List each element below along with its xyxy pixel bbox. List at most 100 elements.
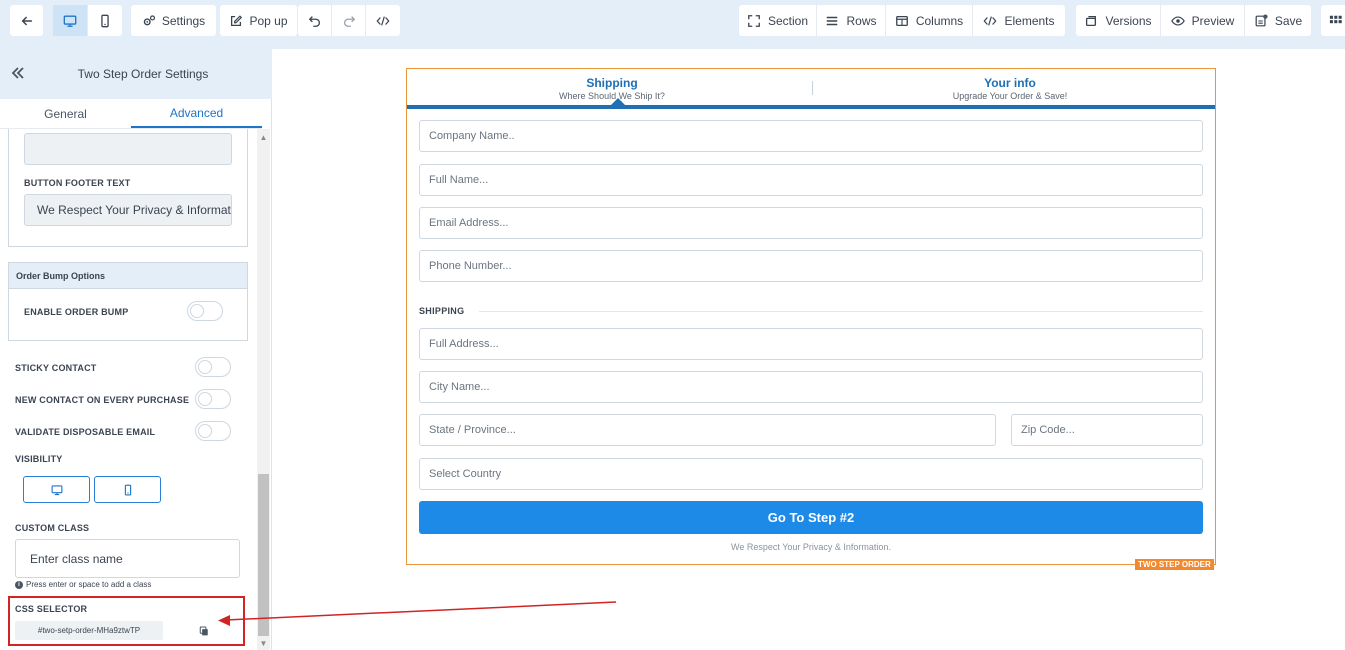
step-progress-bar bbox=[407, 105, 1215, 109]
apps-menu-button[interactable] bbox=[1321, 5, 1345, 36]
visibility-desktop-button[interactable] bbox=[23, 476, 90, 503]
step-your-info[interactable]: Your info Upgrade Your Order & Save! bbox=[910, 76, 1110, 101]
step-your-info-subtitle: Upgrade Your Order & Save! bbox=[952, 91, 1068, 101]
code-icon bbox=[983, 15, 997, 26]
button-footer-text-label: BUTTON FOOTER TEXT bbox=[24, 178, 131, 188]
sticky-contact-label: STICKY CONTACT bbox=[15, 363, 97, 373]
country-select[interactable] bbox=[419, 458, 1203, 490]
step-divider bbox=[812, 81, 813, 95]
code-button[interactable] bbox=[366, 5, 400, 36]
active-step-caret bbox=[611, 98, 625, 105]
tab-advanced[interactable]: Advanced bbox=[131, 99, 262, 128]
mobile-view-button[interactable] bbox=[88, 5, 122, 36]
columns-label: Columns bbox=[915, 13, 964, 28]
new-contact-label: NEW CONTACT ON EVERY PURCHASE bbox=[15, 395, 190, 405]
save-label: Save bbox=[1274, 13, 1303, 28]
custom-class-hint-text: Press enter or space to add a class bbox=[26, 580, 152, 589]
new-contact-toggle[interactable] bbox=[195, 389, 231, 409]
enable-order-bump-label: ENABLE ORDER BUMP bbox=[24, 307, 129, 317]
desktop-icon bbox=[63, 15, 77, 27]
tab-general[interactable]: General bbox=[0, 99, 131, 128]
order-bump-options-header: Order Bump Options bbox=[9, 263, 247, 289]
scroll-up-arrow-icon[interactable]: ▲ bbox=[257, 131, 270, 144]
settings-label: Settings bbox=[161, 13, 206, 28]
elements-button[interactable]: Elements bbox=[973, 5, 1065, 36]
scroll-down-arrow-icon[interactable]: ▼ bbox=[257, 637, 270, 650]
popup-button[interactable]: Pop up bbox=[220, 5, 297, 36]
element-type-badge: TWO STEP ORDER bbox=[1135, 559, 1214, 570]
css-selector-value[interactable]: #two-setp-order-MHa9ztwTP bbox=[15, 621, 163, 640]
redo-button[interactable] bbox=[332, 5, 366, 36]
email-input[interactable] bbox=[419, 207, 1203, 239]
full-address-input[interactable] bbox=[419, 328, 1203, 360]
undo-icon bbox=[308, 15, 320, 27]
visibility-label: VISIBILITY bbox=[15, 454, 63, 464]
visibility-mobile-button[interactable] bbox=[94, 476, 161, 503]
copy-icon[interactable] bbox=[199, 626, 209, 636]
custom-class-label: CUSTOM CLASS bbox=[15, 523, 90, 533]
save-button[interactable]: Save bbox=[1245, 5, 1311, 36]
annotation-arrow bbox=[218, 601, 617, 626]
sticky-contact-toggle[interactable] bbox=[195, 357, 231, 377]
preview-button[interactable]: Preview bbox=[1161, 5, 1245, 36]
publish-group: Versions Preview Save bbox=[1076, 5, 1311, 36]
popup-label: Pop up bbox=[249, 13, 288, 28]
code-icon bbox=[376, 15, 390, 26]
shipping-heading: SHIPPING bbox=[419, 306, 465, 316]
desktop-icon bbox=[51, 484, 62, 495]
device-toggle-group bbox=[53, 5, 122, 36]
double-chevron-left-icon[interactable] bbox=[10, 65, 26, 81]
columns-button[interactable]: Columns bbox=[886, 5, 973, 36]
css-selector-label: CSS SELECTOR bbox=[15, 604, 88, 614]
arrow-left-icon bbox=[21, 16, 32, 25]
expand-icon bbox=[748, 14, 760, 27]
back-button[interactable] bbox=[10, 5, 43, 36]
rows-icon bbox=[827, 16, 838, 25]
undo-button[interactable] bbox=[298, 5, 332, 36]
top-toolbar: Settings Pop up Section Rows Columns Ele… bbox=[0, 0, 1345, 49]
history-group bbox=[298, 5, 400, 36]
go-to-step-2-button[interactable]: Go To Step #2 bbox=[419, 501, 1203, 534]
phone-input[interactable] bbox=[419, 250, 1203, 282]
redo-icon bbox=[343, 15, 355, 27]
eye-icon bbox=[1170, 15, 1185, 26]
step-header: Shipping Where Should We Ship It? Your i… bbox=[407, 69, 1215, 109]
enable-order-bump-toggle[interactable] bbox=[187, 301, 223, 321]
city-input[interactable] bbox=[419, 371, 1203, 403]
save-icon bbox=[1255, 13, 1268, 26]
settings-panel: Two Step Order Settings General Advanced… bbox=[0, 49, 272, 650]
edit-icon bbox=[231, 14, 243, 26]
preview-label: Preview bbox=[1191, 13, 1235, 28]
custom-class-input[interactable] bbox=[15, 539, 240, 578]
step-shipping-title: Shipping bbox=[586, 76, 638, 90]
full-name-input[interactable] bbox=[419, 164, 1203, 196]
versions-label: Versions bbox=[1105, 13, 1152, 28]
privacy-text: We Respect Your Privacy & Information. bbox=[731, 542, 891, 552]
empty-text-field[interactable] bbox=[24, 133, 232, 165]
gears-icon bbox=[143, 14, 155, 25]
mobile-icon bbox=[101, 14, 109, 27]
validate-email-label: VALIDATE DISPOSABLE EMAIL bbox=[15, 427, 156, 437]
validate-email-toggle[interactable] bbox=[195, 421, 231, 441]
columns-icon bbox=[895, 15, 908, 26]
panel-scrollbar[interactable]: ▲ ▼ bbox=[257, 129, 270, 650]
zip-input[interactable] bbox=[1011, 414, 1203, 446]
settings-button[interactable]: Settings bbox=[131, 5, 216, 36]
desktop-view-button[interactable] bbox=[53, 5, 88, 36]
state-input[interactable] bbox=[419, 414, 996, 446]
mobile-icon bbox=[124, 484, 131, 495]
toggle-knob bbox=[198, 360, 212, 374]
versions-button[interactable]: Versions bbox=[1076, 5, 1161, 36]
info-icon: i bbox=[15, 580, 23, 589]
button-footer-text-input[interactable]: We Respect Your Privacy & Information. bbox=[24, 194, 232, 226]
rows-button[interactable]: Rows bbox=[817, 5, 886, 36]
custom-class-hint: i Press enter or space to add a class bbox=[15, 580, 151, 589]
panel-tabs: General Advanced bbox=[0, 99, 262, 129]
grid-icon bbox=[1329, 15, 1342, 23]
company-name-input[interactable] bbox=[419, 120, 1203, 152]
step-your-info-title: Your info bbox=[984, 76, 1036, 90]
elements-label: Elements bbox=[1004, 13, 1055, 28]
section-button[interactable]: Section bbox=[739, 5, 817, 36]
rows-label: Rows bbox=[846, 13, 877, 28]
two-step-order-form[interactable]: Shipping Where Should We Ship It? Your i… bbox=[406, 68, 1216, 565]
